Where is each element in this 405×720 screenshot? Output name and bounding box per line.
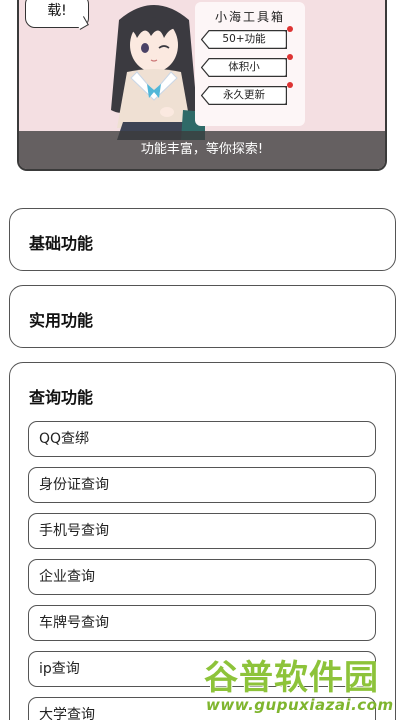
- section-basic[interactable]: 基础功能: [9, 208, 396, 271]
- query-item-qq[interactable]: QQ查绑: [28, 421, 376, 457]
- query-item-id-card[interactable]: 身份证查询: [28, 467, 376, 503]
- query-item-company[interactable]: 企业查询: [28, 559, 376, 595]
- tag-outline: [201, 86, 287, 105]
- section-query-title: 查询功能: [29, 388, 94, 407]
- query-item-phone[interactable]: 手机号查询: [28, 513, 376, 549]
- banner-caption: 功能丰富，等你探索!: [19, 131, 385, 169]
- section-basic-title: 基础功能: [29, 234, 94, 253]
- section-practical[interactable]: 实用功能: [9, 285, 396, 348]
- watermark-url: www.gupuxiazai.com: [206, 696, 394, 714]
- watermark: 谷普软件园 www.gupuxiazai.com: [200, 650, 405, 720]
- query-item-license-plate[interactable]: 车牌号查询: [28, 605, 376, 641]
- speech-bubble-text: 载!: [47, 3, 67, 19]
- tag-outline: [201, 30, 287, 49]
- watermark-name: 谷普软件园: [204, 658, 379, 698]
- heart-icon: [287, 26, 293, 32]
- heart-icon: [287, 54, 293, 60]
- promo-banner[interactable]: 载! 小海工具箱 50+功能 体积小 永久更新 功能丰富，等你探索!: [17, 0, 387, 171]
- section-practical-title: 实用功能: [29, 311, 94, 330]
- heart-icon: [287, 82, 293, 88]
- tag-outline: [201, 58, 287, 77]
- note-title: 小海工具箱: [214, 10, 285, 24]
